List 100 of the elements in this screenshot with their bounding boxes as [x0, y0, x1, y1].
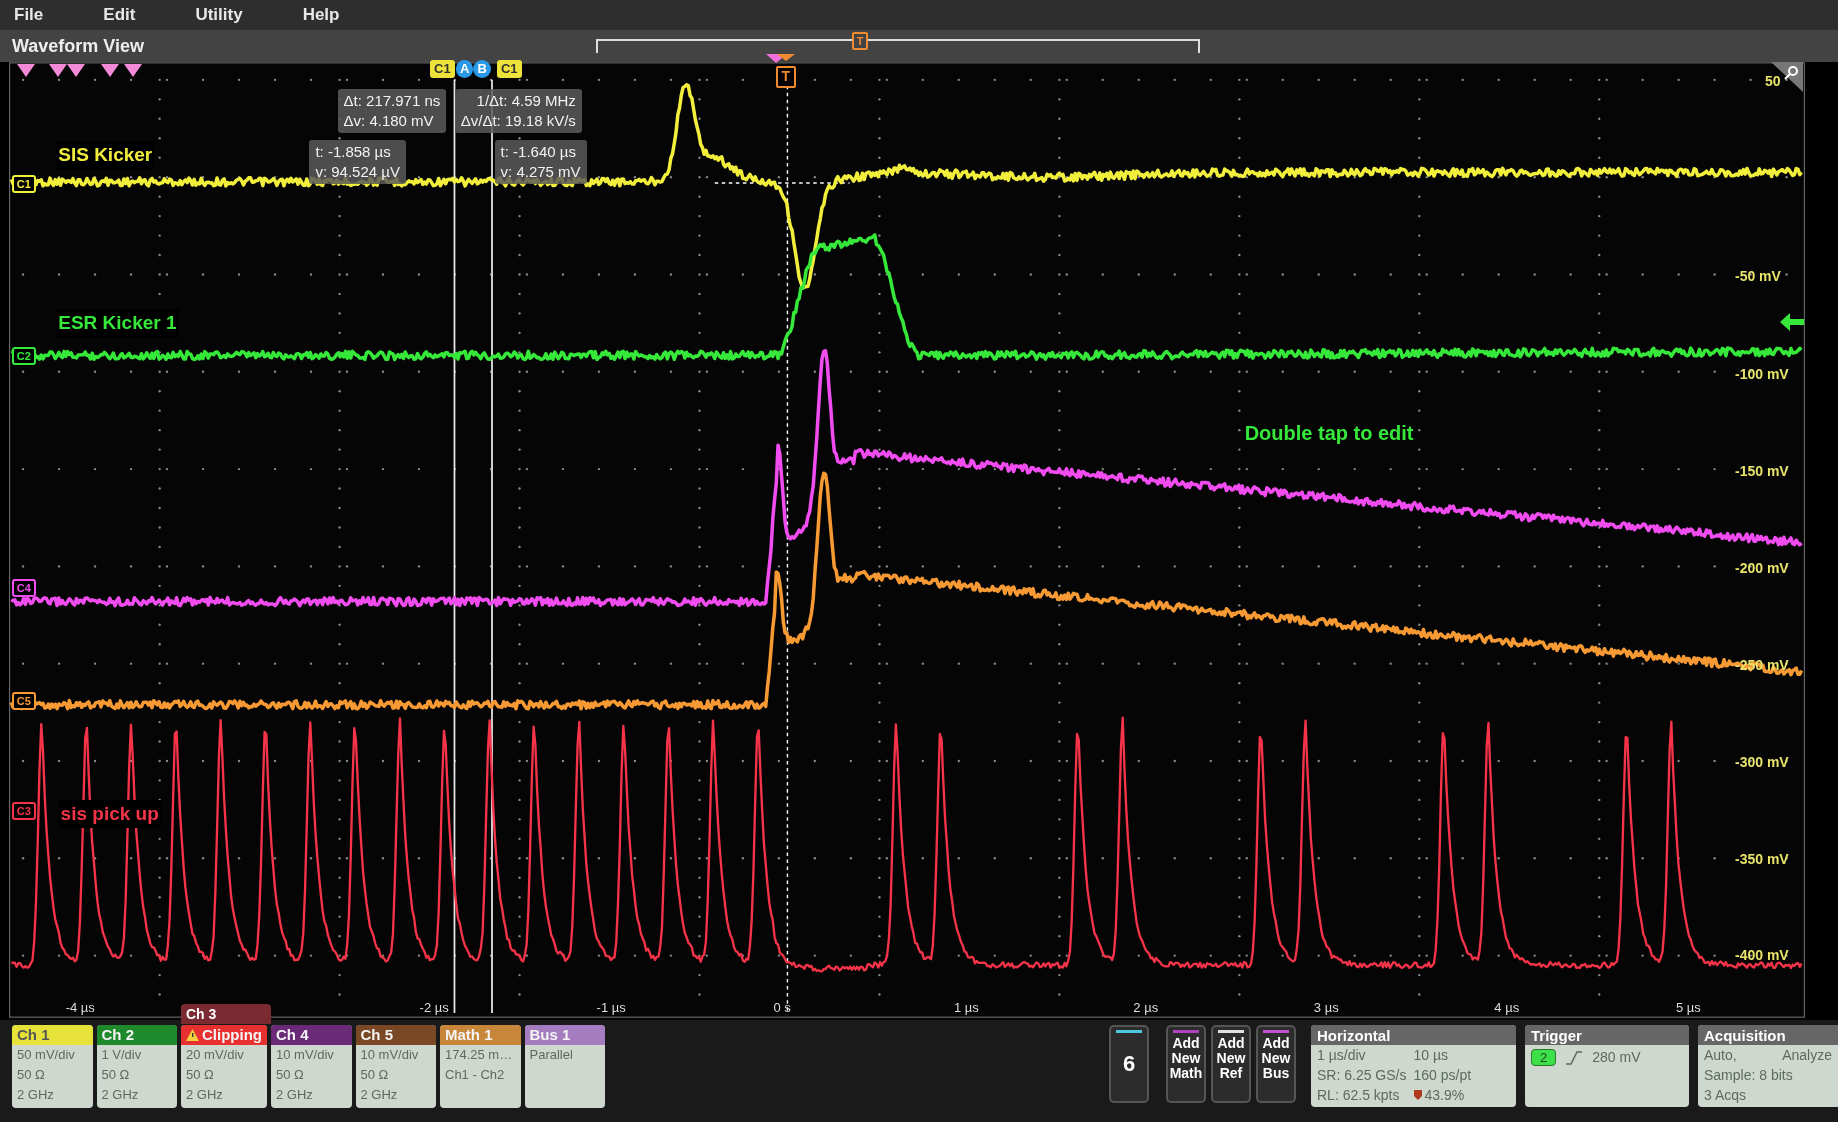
menu-item[interactable]: File — [14, 2, 44, 28]
readout-line: Δt: 217.971 ns — [343, 91, 441, 112]
y-axis-label: -100 mV — [1735, 364, 1789, 384]
channel-badge[interactable]: Ch 2 1 V/div 50 Ω 2 GHz — [96, 1025, 177, 1108]
channel-badge[interactable]: Ch 5 10 mV/div 50 Ω 2 GHz — [355, 1025, 436, 1108]
badge-line: 50 mV/div — [17, 1046, 76, 1064]
y-axis-label: 50 — [1765, 71, 1781, 91]
badge-header: Horizontal — [1311, 1025, 1516, 1045]
x-axis-label: -2 µs — [419, 998, 449, 1017]
cursor-line[interactable] — [491, 79, 493, 1014]
readout-line: t: -1.640 µs — [500, 141, 577, 162]
x-axis-label: -1 µs — [596, 998, 626, 1017]
trace-label[interactable]: ESR Kicker 1 — [56, 308, 179, 338]
menu-item[interactable]: Help — [302, 2, 340, 28]
badge-line: 50 Ω — [276, 1066, 305, 1084]
y-axis-label: -150 mV — [1735, 461, 1789, 481]
badge-line: 3 Acqs — [1704, 1086, 1747, 1105]
badge-header: Ch 2 — [96, 1025, 177, 1045]
x-axis-label: 2 µs — [1133, 998, 1159, 1017]
badge-line: 1 V/div — [101, 1046, 143, 1064]
rising-edge-icon — [1566, 1050, 1583, 1065]
badge-header: Ch 5 — [355, 1025, 436, 1045]
badge-line: 2 GHz — [276, 1086, 314, 1104]
badge-header: Trigger — [1525, 1025, 1689, 1045]
y-axis-label: -50 mV — [1735, 267, 1781, 287]
menu-item[interactable]: Edit — [103, 2, 136, 28]
channel-handle[interactable]: C4 — [11, 579, 36, 598]
x-axis-label: 3 µs — [1313, 998, 1339, 1017]
trace-label[interactable]: sis pick up — [58, 799, 161, 829]
horizontal-badge[interactable]: Horizontal 1 µs/div 10 µs SR: 6.25 GS/s 160 ps/pt RL: 62.5 kpts 43.9% — [1311, 1025, 1516, 1107]
badge-line: 174.25 m… — [445, 1046, 514, 1064]
channel-marker-icon[interactable] — [17, 64, 35, 78]
y-axis-label: -300 mV — [1735, 752, 1789, 772]
x-axis-label: 1 µs — [954, 998, 979, 1017]
badge-line: Auto, — [1704, 1046, 1737, 1065]
badge-line: Ch1 - Ch2 — [445, 1066, 506, 1084]
x-axis-label: 0 s — [773, 998, 791, 1017]
trace-label[interactable]: SIS Kicker — [56, 140, 155, 170]
badge-header: Acquisition — [1698, 1025, 1838, 1045]
readout-line: Δv/Δt: 19.18 kV/s — [460, 111, 576, 132]
channel-badge[interactable]: Ch 4 10 mV/div 50 Ω 2 GHz — [271, 1025, 352, 1108]
trigger-marker-icon[interactable] — [765, 53, 796, 64]
warning-icon — [186, 1029, 199, 1041]
channel-tag[interactable]: C1 — [496, 60, 522, 79]
add-new-button[interactable]: Add New Bus — [1256, 1025, 1296, 1103]
channel-handle[interactable]: C2 — [11, 347, 36, 366]
y-axis-label: -400 mV — [1735, 945, 1789, 965]
badge-line: 160 ps/pt — [1413, 1066, 1473, 1085]
badge-header: Clipping — [181, 1025, 267, 1045]
x-axis-label: 5 µs — [1675, 998, 1701, 1017]
badge-line: 50 Ω — [186, 1066, 215, 1084]
badge-line: 43.9% — [1413, 1085, 1510, 1105]
channel-badge[interactable]: Clipping 20 mV/div 50 Ω 2 GHz — [181, 1025, 267, 1108]
view-title: Waveform View — [12, 34, 145, 58]
badge-header: Math 1 — [440, 1025, 521, 1045]
badge-line: 2 GHz — [101, 1086, 140, 1104]
readout-line: v: 94.524 µV — [315, 161, 400, 182]
x-axis-label: -4 µs — [65, 998, 95, 1017]
badge-line: 2 GHz — [360, 1086, 399, 1104]
channel-handle[interactable]: C5 — [11, 691, 36, 710]
badge-line: 10 mV/div — [276, 1046, 335, 1064]
badge-line: SR: 6.25 GS/s — [1317, 1066, 1408, 1085]
channel-badge[interactable]: Bus 1 Parallel — [524, 1025, 605, 1108]
level-arrow-icon[interactable] — [1780, 312, 1805, 333]
count-button[interactable]: 6 — [1109, 1025, 1149, 1103]
edit-hint: Double tap to edit — [1244, 420, 1414, 446]
trigger-badge[interactable]: Trigger 2 280 mV — [1525, 1025, 1689, 1107]
menu-item[interactable]: Utility — [195, 2, 243, 28]
badge-line: 20 mV/div — [186, 1046, 245, 1064]
add-new-button[interactable]: Add New Ref — [1211, 1025, 1251, 1103]
badge-line: Analyze — [1782, 1046, 1832, 1065]
readout-line: Δv: 4.180 mV — [343, 111, 435, 132]
y-axis-label: -350 mV — [1735, 849, 1789, 869]
trigger-level: 280 mV — [1592, 1048, 1641, 1067]
trigger-source: 2 — [1531, 1049, 1557, 1066]
badge-line: Sample: 8 bits — [1704, 1066, 1793, 1085]
acquisition-badge[interactable]: Acquisition Auto, Analyze Sample: 8 bits 3 Acqs — [1698, 1025, 1838, 1107]
channel-handle[interactable]: C3 — [11, 802, 36, 820]
badge-line: 50 Ω — [360, 1066, 390, 1084]
channel-tab[interactable]: Ch 3 — [181, 1004, 271, 1024]
channel-handle[interactable]: C1 — [11, 174, 36, 193]
channel-tag[interactable]: C1 — [430, 60, 455, 79]
y-axis-label: -200 mV — [1735, 559, 1789, 579]
badge-line: Parallel — [529, 1046, 574, 1064]
channel-marker-icon[interactable] — [101, 64, 119, 78]
add-new-button[interactable]: Add New Math — [1166, 1025, 1206, 1103]
readout-line: 1/Δt: 4.59 MHz — [475, 91, 576, 112]
badge-header: Bus 1 — [524, 1025, 605, 1045]
channel-badge[interactable]: Ch 1 50 mV/div 50 Ω 2 GHz — [12, 1025, 93, 1108]
trigger-marker[interactable]: T — [775, 65, 796, 88]
badge-header: Ch 4 — [271, 1025, 352, 1045]
badge-line: 2 GHz — [186, 1086, 224, 1104]
trigger-position-marker[interactable]: T — [852, 32, 868, 50]
x-axis-label: 4 µs — [1494, 998, 1520, 1017]
badge-line: RL: 62.5 kpts — [1317, 1086, 1401, 1105]
cursor-line[interactable] — [453, 79, 456, 1014]
channel-marker-icon[interactable] — [124, 64, 142, 78]
trigger-position-icon — [1413, 1090, 1422, 1100]
channel-badge[interactable]: Math 1 174.25 m… Ch1 - Ch2 — [440, 1025, 521, 1108]
badge-line: 50 Ω — [17, 1066, 46, 1084]
